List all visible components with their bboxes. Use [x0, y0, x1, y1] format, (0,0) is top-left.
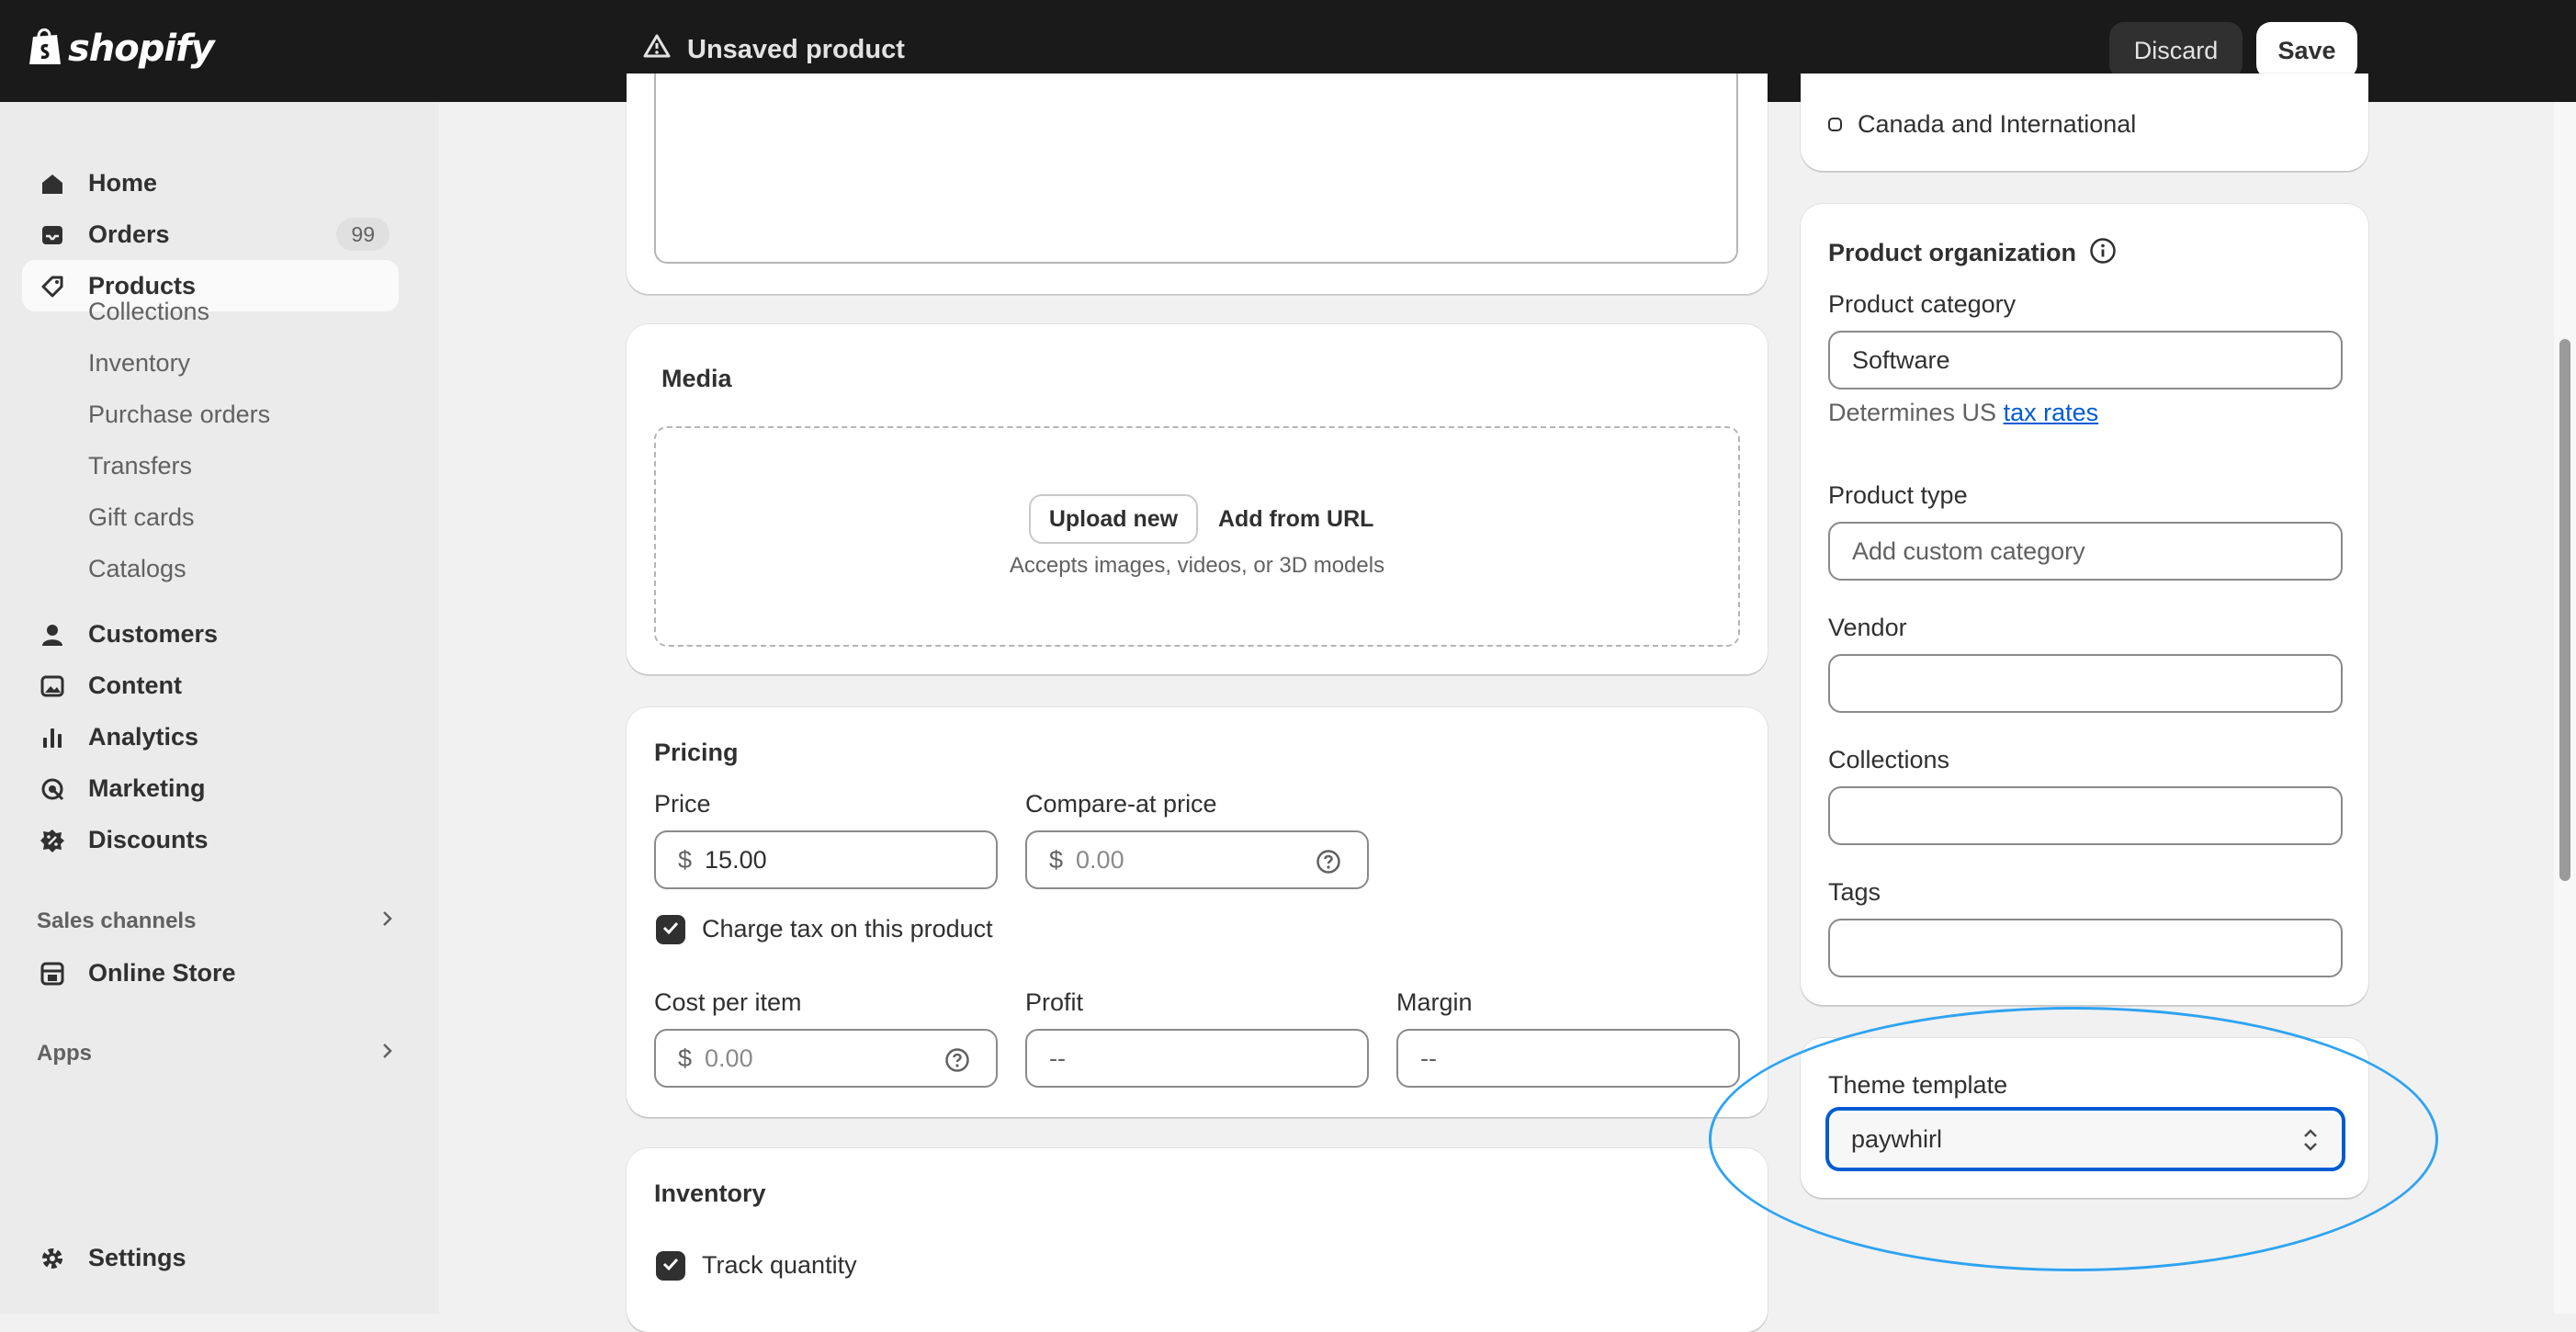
track-quantity-checkbox[interactable] — [656, 1251, 685, 1281]
description-editor[interactable] — [654, 73, 1738, 264]
profit-label: Profit — [1025, 988, 1084, 1016]
discount-badge-icon — [39, 827, 66, 854]
price-label: Price — [654, 790, 711, 818]
inbox-icon — [39, 221, 66, 249]
sidebar-subitem-gift-cards[interactable]: Gift cards — [88, 503, 195, 532]
annotation-ellipse — [1709, 1007, 2438, 1271]
compare-at-price-input[interactable]: $ 0.00 — [1025, 830, 1369, 889]
tags-input[interactable] — [1828, 919, 2343, 977]
sidebar-item-marketing[interactable]: Marketing — [22, 762, 399, 814]
apps-section[interactable]: Apps — [37, 1041, 395, 1067]
product-organization-card: Product organization Product category So… — [1801, 204, 2368, 1005]
unsaved-indicator: Unsaved product — [643, 33, 905, 66]
pricing-card: Pricing Price $ 15.00 Compare-at price $… — [627, 707, 1768, 1117]
person-icon — [39, 621, 66, 649]
page-scrollbar[interactable] — [2554, 102, 2576, 1314]
track-quantity-label: Track quantity — [702, 1251, 857, 1279]
target-icon — [39, 775, 66, 803]
unsaved-title: Unsaved product — [687, 34, 905, 64]
cost-per-item-input[interactable]: $ 0.00 — [654, 1029, 998, 1088]
pricing-title: Pricing — [654, 739, 739, 766]
tag-icon — [39, 273, 66, 300]
product-category-label: Product category — [1828, 290, 2017, 318]
product-type-label: Product type — [1828, 481, 1968, 509]
discard-button[interactable]: Discard — [2109, 22, 2243, 79]
chevron-right-icon — [378, 1041, 395, 1067]
compare-at-price-label: Compare-at price — [1025, 790, 1217, 818]
markets-card: Canada and International — [1801, 73, 2368, 171]
cost-per-item-label: Cost per item — [654, 988, 802, 1016]
image-icon — [39, 672, 66, 700]
inventory-title: Inventory — [654, 1180, 766, 1207]
sidebar-subitem-catalogs[interactable]: Catalogs — [88, 555, 186, 583]
sales-channels-section[interactable]: Sales channels — [37, 909, 395, 935]
product-category-input[interactable]: Software — [1828, 331, 2343, 389]
checkmark-icon — [661, 1254, 681, 1279]
add-from-url-link[interactable]: Add from URL — [1218, 506, 1373, 533]
bar-chart-icon — [39, 724, 66, 751]
sidebar-item-products[interactable]: Products — [22, 260, 399, 311]
media-card: Media Upload new Add from URL Accepts im… — [627, 324, 1768, 674]
price-input[interactable]: $ 15.00 — [654, 830, 998, 889]
sidebar-item-customers[interactable]: Customers — [22, 608, 399, 660]
collections-label: Collections — [1828, 746, 1950, 773]
orders-count-badge: 99 — [336, 218, 390, 251]
store-icon — [39, 960, 66, 988]
sidebar-subitem-inventory[interactable]: Inventory — [88, 349, 190, 378]
product-organization-title: Product organization — [1828, 239, 2076, 266]
sidebar-item-orders[interactable]: Orders 99 — [22, 209, 399, 260]
sidebar-item-home[interactable]: Home — [22, 157, 399, 209]
charge-tax-checkbox[interactable] — [656, 915, 685, 944]
info-icon[interactable] — [2089, 237, 2117, 269]
checkmark-icon — [661, 918, 681, 943]
chevron-right-icon — [378, 909, 395, 935]
category-hint: Determines US tax rates — [1828, 399, 2099, 426]
vendor-input[interactable] — [1828, 654, 2343, 713]
inventory-card: Inventory Track quantity — [627, 1148, 1768, 1332]
sidebar-subitem-purchase-orders[interactable]: Purchase orders — [88, 401, 270, 429]
sidebar-subitem-collections[interactable]: Collections — [88, 298, 209, 326]
scrollbar-thumb[interactable] — [2559, 339, 2570, 881]
media-title: Media — [661, 365, 732, 392]
charge-tax-label: Charge tax on this product — [702, 915, 993, 943]
margin-label: Margin — [1396, 988, 1473, 1016]
media-hint: Accepts images, videos, or 3D models — [1009, 553, 1385, 578]
upload-new-button[interactable]: Upload new — [1029, 494, 1198, 544]
market-checkbox[interactable] — [1828, 118, 1842, 131]
help-circle-icon[interactable] — [1316, 849, 1341, 881]
sidebar-item-settings[interactable]: Settings — [22, 1232, 399, 1283]
brand-wordmark: shopify — [68, 27, 215, 70]
product-type-input[interactable]: Add custom category — [1828, 522, 2343, 581]
sidebar-item-content[interactable]: Content — [22, 660, 399, 711]
help-circle-icon[interactable] — [944, 1047, 970, 1079]
gear-icon — [39, 1245, 66, 1272]
home-icon — [39, 170, 66, 198]
tags-label: Tags — [1828, 878, 1881, 906]
collections-input[interactable] — [1828, 786, 2343, 845]
sidebar-item-analytics[interactable]: Analytics — [22, 711, 399, 762]
vendor-label: Vendor — [1828, 614, 1907, 641]
shopping-bag-icon — [28, 26, 62, 71]
sidebar-subitem-transfers[interactable]: Transfers — [88, 452, 192, 480]
profit-field: -- — [1025, 1029, 1369, 1088]
media-dropzone[interactable]: Upload new Add from URL Accepts images, … — [654, 426, 1740, 647]
warning-icon — [643, 33, 671, 66]
market-option-label: Canada and International — [1858, 110, 2137, 138]
margin-field: -- — [1396, 1029, 1740, 1088]
save-button[interactable]: Save — [2256, 22, 2357, 79]
shopify-logo[interactable]: shopify — [28, 26, 215, 71]
description-card — [627, 73, 1768, 294]
sidebar-item-online-store[interactable]: Online Store — [22, 947, 399, 999]
tax-rates-link[interactable]: tax rates — [2004, 399, 2099, 426]
sidebar-item-discounts[interactable]: Discounts — [22, 814, 399, 865]
sidebar: Home Orders 99 Products Collections Inve… — [0, 102, 439, 1314]
